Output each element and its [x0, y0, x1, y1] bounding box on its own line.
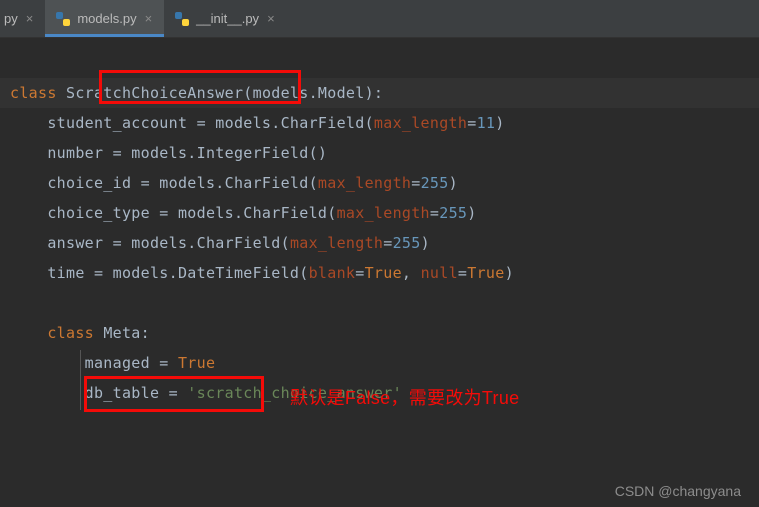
op: = [430, 204, 439, 222]
code-text: ) [421, 234, 430, 252]
code-line: number = models.IntegerField() [0, 138, 759, 168]
code-line: class ScratchChoiceAnswer(models.Model): [0, 78, 759, 108]
tab-models[interactable]: models.py × [45, 0, 164, 37]
code-editor[interactable]: class ScratchChoiceAnswer(models.Model):… [0, 38, 759, 408]
class-name: ScratchChoiceAnswer [57, 84, 244, 102]
keyword: class [10, 84, 57, 102]
tab-label: py [4, 11, 18, 26]
code-line: student_account = models.CharField(max_l… [0, 108, 759, 138]
keyword: class [47, 324, 94, 342]
number: 255 [439, 204, 467, 222]
code-line: class Meta: [0, 318, 759, 348]
param: max_length [337, 204, 430, 222]
code-line: managed = True [0, 348, 759, 378]
indent-guide [80, 350, 81, 410]
tab-label: __init__.py [196, 11, 259, 26]
code-text: student_account = models.CharField( [10, 114, 374, 132]
param: blank [309, 264, 356, 282]
python-file-icon [174, 11, 190, 27]
number: 11 [477, 114, 496, 132]
code-line: choice_type = models.CharField(max_lengt… [0, 198, 759, 228]
python-file-icon [55, 11, 71, 27]
code-line: time = models.DateTimeField(blank=True, … [0, 258, 759, 288]
code-line: answer = models.CharField(max_length=255… [0, 228, 759, 258]
code-text: choice_id = models.CharField( [10, 174, 318, 192]
op: = [458, 264, 467, 282]
code-line: choice_id = models.CharField(max_length=… [0, 168, 759, 198]
tab-init[interactable]: __init__.py × [164, 0, 286, 37]
code-line-blank [0, 288, 759, 318]
number: 255 [421, 174, 449, 192]
watermark: CSDN @changyana [615, 483, 741, 499]
tab-left-partial[interactable]: py × [0, 0, 45, 37]
param: null [421, 264, 458, 282]
tab-bar: py × models.py × __init__.py × [0, 0, 759, 38]
code-text: ) [495, 114, 504, 132]
code-text: answer = models.CharField( [10, 234, 290, 252]
param: max_length [374, 114, 467, 132]
keyword: True [178, 354, 215, 372]
code-text: : [141, 324, 150, 342]
keyword: True [467, 264, 504, 282]
code-text: choice_type = models.CharField( [10, 204, 337, 222]
code-text: managed = [10, 354, 178, 372]
code-text: db_table = [10, 384, 187, 402]
class-name: Meta [94, 324, 141, 342]
close-icon[interactable]: × [143, 11, 155, 26]
code-text: ) [449, 174, 458, 192]
close-icon[interactable]: × [24, 11, 36, 26]
annotation-text: 默认是False，需要改为True [290, 383, 519, 413]
param: max_length [290, 234, 383, 252]
op: = [411, 174, 420, 192]
code-text: , [402, 264, 421, 282]
code-text: time = models.DateTimeField( [10, 264, 309, 282]
op: = [467, 114, 476, 132]
code-text: ) [467, 204, 476, 222]
param: max_length [318, 174, 411, 192]
number: 255 [393, 234, 421, 252]
code-text: ) [505, 264, 514, 282]
op: = [383, 234, 392, 252]
keyword: True [365, 264, 402, 282]
tab-label: models.py [77, 11, 136, 26]
close-icon[interactable]: × [265, 11, 277, 26]
op: = [355, 264, 364, 282]
code-text: (models.Model): [243, 84, 383, 102]
code-text: number = models.IntegerField() [10, 144, 327, 162]
